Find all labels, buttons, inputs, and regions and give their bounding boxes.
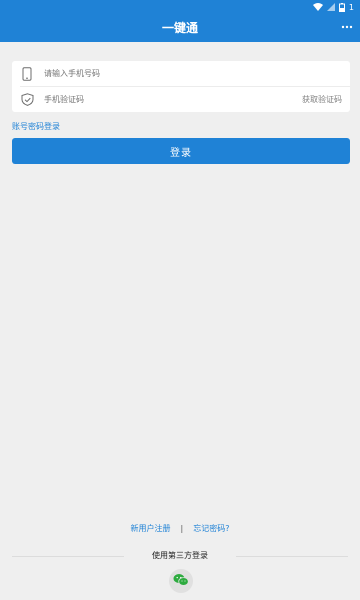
status-bar: 1 bbox=[0, 0, 360, 14]
login-button[interactable]: 登录 bbox=[12, 138, 350, 164]
link-separator: | bbox=[180, 524, 184, 533]
signal-icon bbox=[326, 3, 335, 11]
more-dots-icon[interactable] bbox=[340, 20, 354, 34]
battery-icon bbox=[338, 2, 345, 12]
bottom-links: 新用户注册 | 忘记密码? bbox=[0, 523, 360, 534]
account-password-login-link[interactable]: 账号密码登录 bbox=[12, 121, 60, 132]
code-row: 获取验证码 bbox=[12, 87, 350, 112]
register-link[interactable]: 新用户注册 bbox=[131, 523, 171, 534]
wechat-login-button[interactable] bbox=[169, 569, 193, 593]
phone-input[interactable] bbox=[40, 64, 350, 83]
shield-icon bbox=[20, 93, 34, 107]
wifi-icon bbox=[312, 3, 323, 11]
get-code-button[interactable]: 获取验证码 bbox=[302, 94, 342, 105]
third-party-section: 使用第三方登录 bbox=[0, 550, 360, 562]
divider-line-right bbox=[236, 556, 348, 557]
battery-level: 1 bbox=[348, 2, 354, 12]
page-title: 一键通 bbox=[161, 21, 198, 35]
app-bar: 一键通 bbox=[0, 14, 360, 42]
verification-code-input[interactable] bbox=[40, 90, 302, 109]
login-form-card: 获取验证码 bbox=[12, 61, 350, 112]
phone-icon bbox=[20, 66, 34, 81]
wechat-icon bbox=[173, 572, 189, 591]
phone-row bbox=[12, 61, 350, 86]
forgot-password-link[interactable]: 忘记密码? bbox=[193, 523, 229, 534]
